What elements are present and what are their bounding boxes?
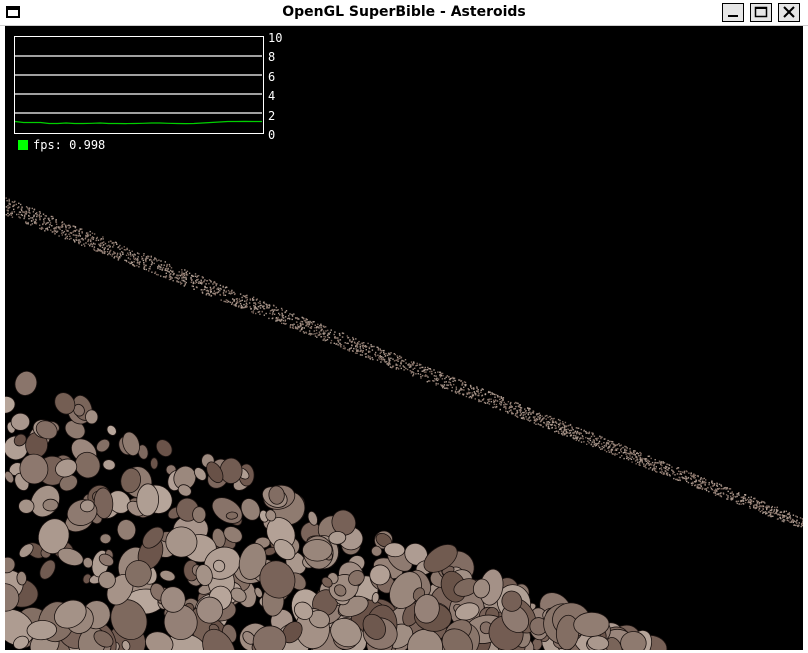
y-tick: 8 [268,50,276,64]
fps-readout: fps: 0.998 [18,138,105,152]
fps-value: 0.998 [69,138,106,152]
maximize-button[interactable] [750,3,772,22]
window-frame-right [803,26,808,653]
close-icon [783,6,795,18]
y-tick: 6 [268,70,276,84]
fps-label: fps: [33,138,62,152]
title-bar[interactable]: OpenGL SuperBible - Asteroids [0,0,808,26]
fps-graph-y-axis: 10 8 6 4 2 0 [268,28,298,142]
render-viewport[interactable]: 10 8 6 4 2 0 fps: 0.998 [5,26,803,653]
near-asteroid-belt [5,370,668,650]
y-tick: 10 [268,31,283,45]
fps-graph [14,36,264,134]
y-tick: 2 [268,109,276,123]
fps-legend-swatch [18,140,28,150]
y-tick: 4 [268,89,276,103]
minimize-button[interactable] [722,3,744,22]
y-tick: 0 [268,128,276,142]
window-title: OpenGL SuperBible - Asteroids [282,4,526,20]
close-button[interactable] [778,3,800,22]
fps-history-line [15,120,262,125]
minimize-icon [728,15,738,17]
maximize-icon [754,6,768,18]
fps-graph-plot [15,55,262,125]
